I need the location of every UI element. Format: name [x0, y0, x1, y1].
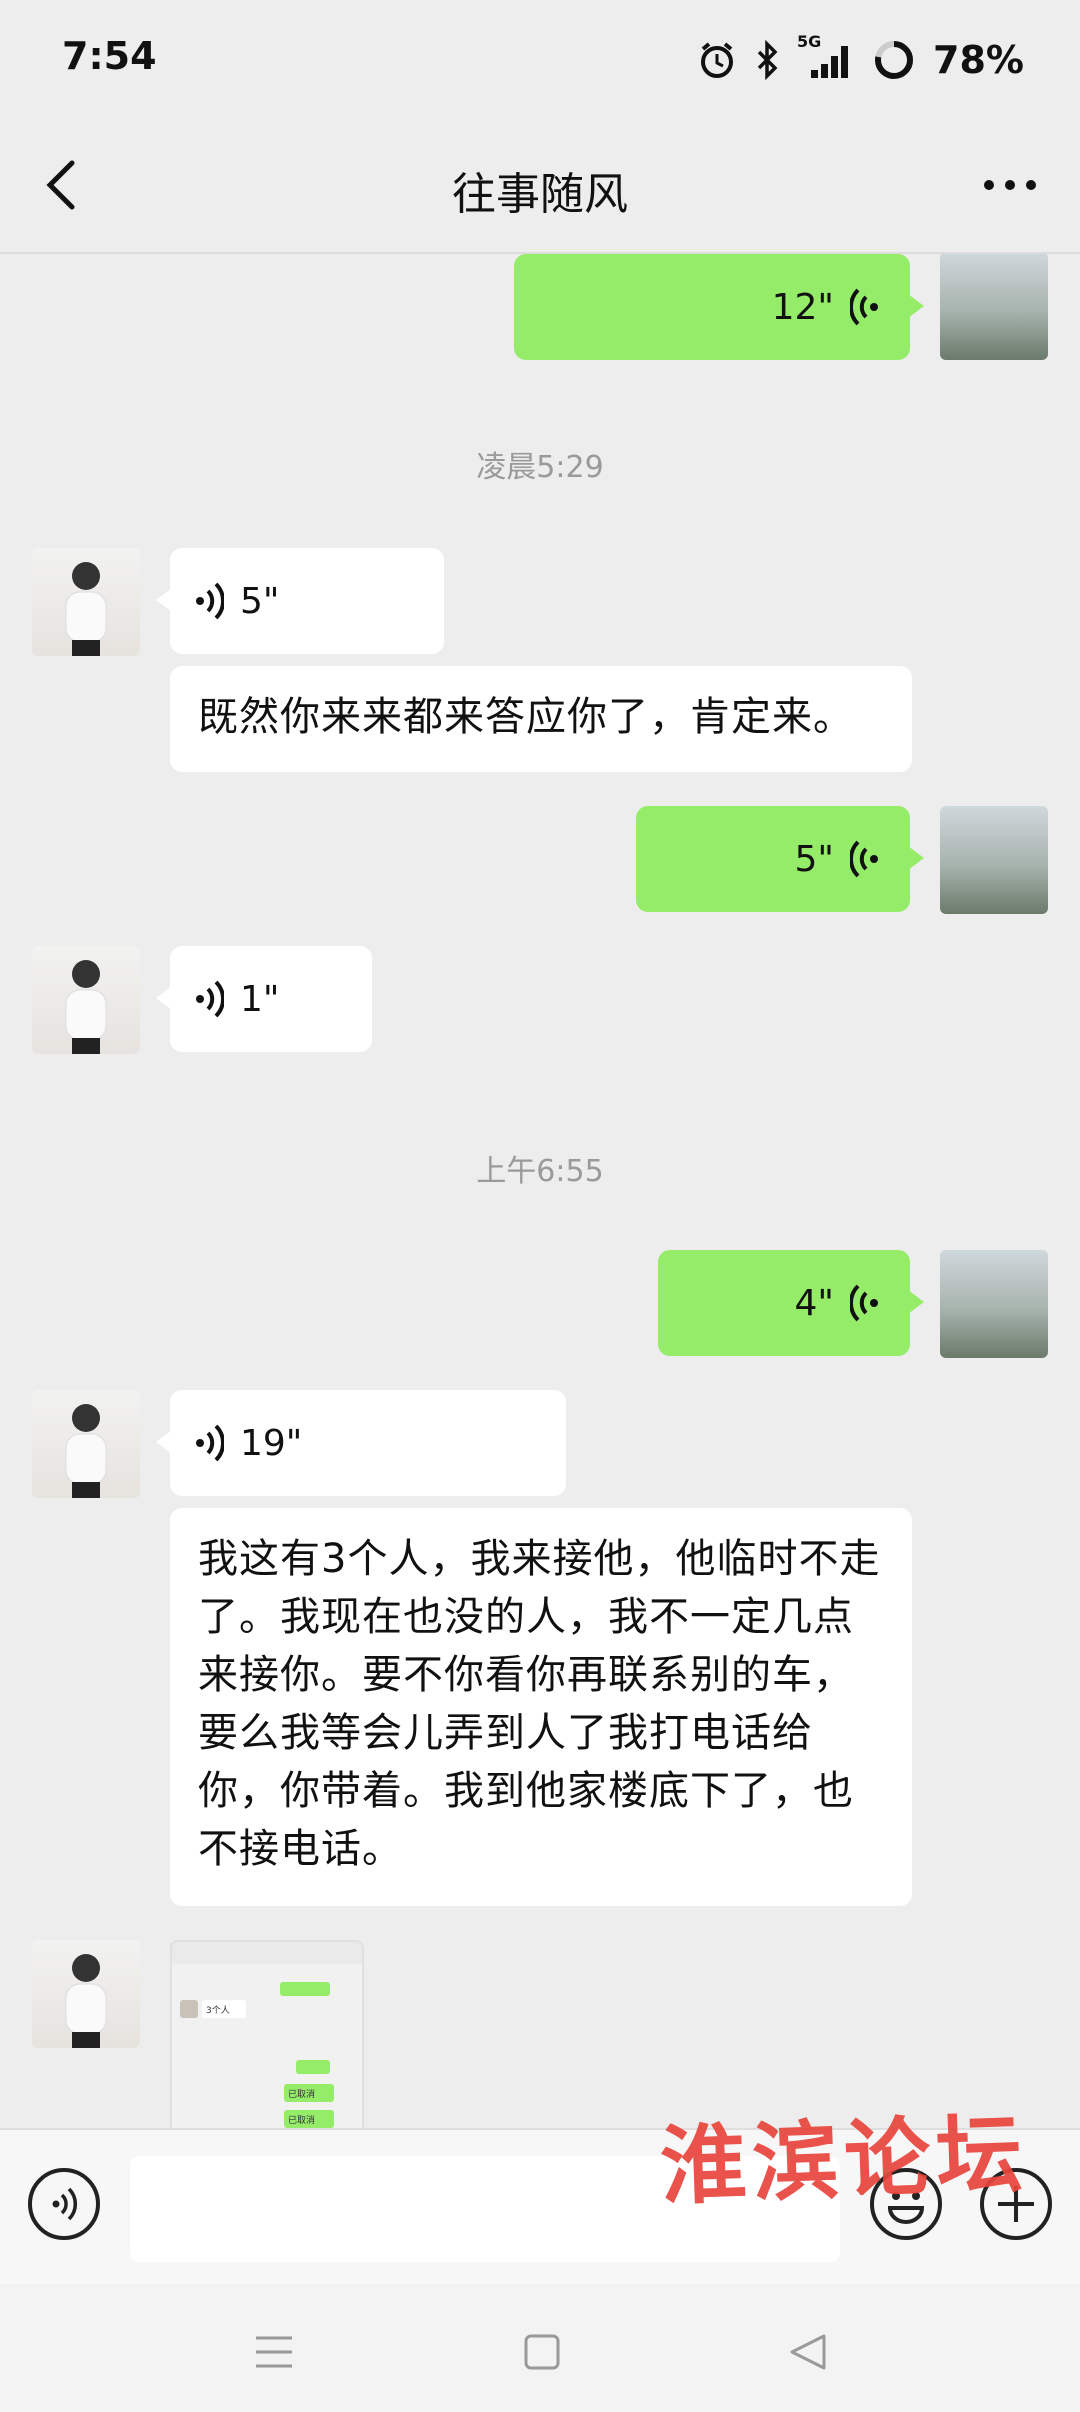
avatar[interactable]	[32, 548, 140, 656]
voice-message[interactable]: 5"	[636, 806, 924, 912]
voice-message[interactable]: 1"	[156, 946, 372, 1052]
network-label: 5G	[797, 32, 822, 51]
system-nav-bar	[0, 2284, 1080, 2412]
status-bar: 7:54 5G 78%	[0, 0, 1080, 120]
nav-menu-button[interactable]	[244, 2322, 304, 2382]
voice-wave-icon	[850, 1284, 878, 1322]
nav-back-button[interactable]	[778, 2322, 838, 2382]
back-triangle-icon	[790, 2334, 826, 2370]
watermark: 淮滨论坛	[658, 2103, 1030, 2218]
voice-wave-icon	[850, 288, 878, 326]
text-message[interactable]: 我这有3个人，我来接他，他临时不走了。我现在也没的人，我不一定几点来接你。要不你…	[170, 1508, 912, 1906]
voice-wave-icon	[850, 840, 878, 878]
battery-level: 78%	[933, 38, 1024, 82]
chat-title: 往事随风	[452, 169, 628, 220]
voice-wave-icon	[196, 1424, 224, 1462]
voice-wave-icon	[196, 582, 224, 620]
image-message[interactable]: 3个人 已取消 已取消	[170, 1940, 364, 2128]
voice-message[interactable]: 4"	[658, 1250, 924, 1356]
alarm-icon	[697, 40, 737, 80]
status-icons: 5G 78%	[697, 32, 1024, 84]
voice-duration: 4"	[794, 1282, 834, 1324]
avatar[interactable]	[32, 1940, 140, 2048]
message-text: 我这有3个人，我来接他，他临时不走了。我现在也没的人，我不一定几点来接你。要不你…	[198, 1536, 881, 1872]
timestamp: 上午6:55	[476, 1154, 604, 1189]
image-preview-text: 已取消	[288, 2116, 316, 2126]
voice-duration: 5"	[240, 580, 280, 622]
image-preview-text: 3个人	[206, 2006, 230, 2016]
image-preview-text: 已取消	[288, 2090, 316, 2100]
avatar[interactable]	[32, 1390, 140, 1498]
menu-icon	[256, 2336, 292, 2368]
avatar[interactable]	[940, 806, 1048, 914]
home-icon	[524, 2334, 560, 2370]
voice-message[interactable]: 12"	[514, 254, 924, 360]
avatar[interactable]	[32, 946, 140, 1054]
message-text: 既然你来来都来答应你了，肯定来。	[198, 694, 854, 740]
status-time: 7:54	[62, 34, 157, 78]
voice-toggle-button[interactable]	[28, 2168, 100, 2240]
voice-duration: 1"	[240, 978, 280, 1020]
voice-duration: 19"	[240, 1422, 303, 1464]
more-horizontal-icon	[984, 180, 1036, 190]
text-message[interactable]: 既然你来来都来答应你了，肯定来。	[170, 666, 912, 772]
voice-duration: 5"	[794, 838, 834, 880]
avatar[interactable]	[940, 254, 1048, 360]
voice-message[interactable]: 19"	[156, 1390, 566, 1496]
more-button[interactable]	[970, 160, 1050, 210]
voice-toggle-icon	[52, 2187, 77, 2221]
voice-message[interactable]: 5"	[156, 548, 444, 654]
voice-wave-icon	[196, 980, 224, 1018]
avatar[interactable]	[940, 1250, 1048, 1358]
nav-home-button[interactable]	[512, 2322, 572, 2382]
voice-duration: 12"	[771, 286, 834, 328]
chat-area[interactable]: 12" 凌晨5:29 5" 既然你来来都来答应你了，肯定来。 5" 1" 上午6…	[0, 254, 1080, 2128]
signal-icon: 5G	[797, 32, 855, 80]
timestamp: 凌晨5:29	[476, 450, 604, 485]
battery-ring-icon	[873, 39, 915, 81]
chat-header: 往事随风	[0, 120, 1080, 254]
bluetooth-icon	[755, 40, 781, 80]
